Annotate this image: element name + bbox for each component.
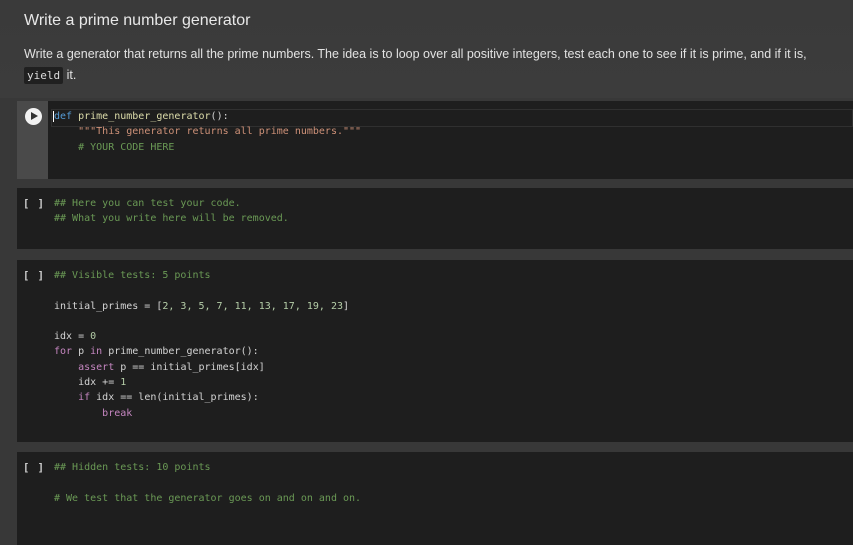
execution-count[interactable]: [ ] [23, 198, 45, 210]
markdown-title: Write a prime number generator [24, 12, 251, 29]
code-cell-4[interactable]: [ ] ## Hidden tests: 10 points # We test… [17, 452, 853, 545]
code-cell-1[interactable]: def prime_number_generator(): """This ge… [17, 101, 853, 179]
markdown-cell[interactable]: Write a prime number generator Write a g… [0, 0, 853, 98]
code-editor-3[interactable]: ## Visible tests: 5 points initial_prime… [54, 268, 349, 421]
inline-code-yield: yield [24, 67, 64, 84]
markdown-text: Write a generator that returns all the p… [24, 47, 807, 84]
code-editor-1[interactable]: def prime_number_generator(): """This ge… [53, 109, 361, 155]
code-editor-4[interactable]: ## Hidden tests: 10 points # We test tha… [54, 460, 361, 506]
play-icon[interactable] [25, 108, 42, 125]
execution-count[interactable]: [ ] [23, 270, 45, 282]
cell-gutter: [ ] [17, 452, 49, 545]
cell-gutter: [ ] [17, 260, 49, 442]
code-cell-3[interactable]: [ ] ## Visible tests: 5 points initial_p… [17, 260, 853, 442]
code-editor-2[interactable]: ## Here you can test your code. ## What … [54, 196, 289, 227]
cell-gutter: [ ] [17, 188, 49, 249]
cell-gutter [17, 101, 48, 179]
code-cell-2[interactable]: [ ] ## Here you can test your code. ## W… [17, 188, 853, 249]
execution-count[interactable]: [ ] [23, 462, 45, 474]
